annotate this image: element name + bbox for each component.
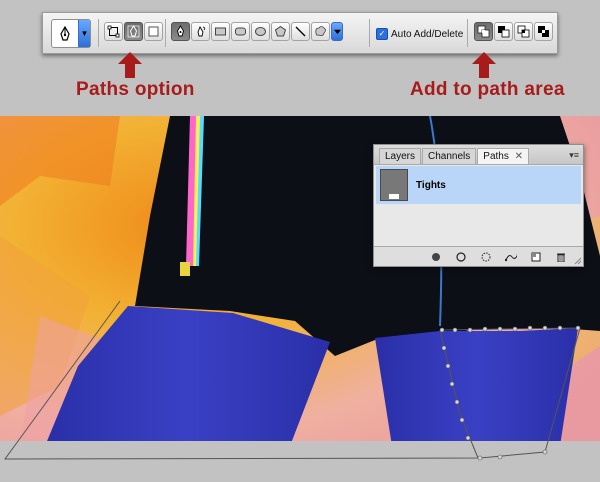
close-icon[interactable]: ✕: [515, 151, 523, 162]
rectangle-icon: [215, 27, 226, 36]
paths-panel: Layers Channels Paths ✕ ▾≡ Tights: [373, 144, 584, 267]
path-thumbnail: [380, 169, 408, 201]
add-to-path-area-callout: Add to path area: [410, 79, 565, 100]
line-button[interactable]: [291, 22, 310, 41]
subtract-from-path-area-button[interactable]: [494, 22, 513, 41]
auto-add-delete-checkbox[interactable]: ✓ Auto Add/Delete: [376, 28, 463, 40]
add-to-path-area-button[interactable]: [474, 22, 493, 41]
intersect-path-areas-icon: [517, 25, 530, 38]
polygon-button[interactable]: [271, 22, 290, 41]
tab-paths[interactable]: Paths ✕: [477, 148, 530, 164]
rectangle-button[interactable]: [211, 22, 230, 41]
line-icon: [295, 26, 306, 37]
paths-option-callout: Paths option: [76, 79, 195, 100]
divider: [369, 19, 370, 47]
tool-buttons: [171, 22, 343, 44]
custom-shape-icon: [315, 26, 326, 37]
panel-tabs: Layers Channels Paths ✕: [374, 145, 583, 165]
stroke-path-icon[interactable]: [455, 251, 467, 263]
custom-shape-button[interactable]: [311, 22, 330, 41]
shape-layers-button[interactable]: [104, 22, 123, 41]
tool-preset-picker[interactable]: ▼: [51, 19, 91, 48]
new-path-icon[interactable]: [530, 251, 542, 263]
freeform-pen-icon: [197, 25, 206, 37]
path-row[interactable]: Tights: [376, 166, 581, 204]
freeform-pen-button[interactable]: [191, 22, 210, 41]
tab-channels[interactable]: Channels: [422, 148, 477, 164]
subtract-from-path-area-icon: [498, 26, 510, 38]
add-to-path-area-icon: [477, 25, 490, 38]
panel-menu-icon[interactable]: ▾≡: [569, 150, 579, 161]
divider: [165, 19, 166, 47]
exclude-overlapping-path-areas-button[interactable]: [534, 22, 553, 41]
chevron-down-icon[interactable]: ▼: [78, 20, 90, 47]
paths-button[interactable]: [124, 22, 143, 41]
pen-tool-button[interactable]: [171, 22, 190, 41]
pen-tool-icon: [177, 25, 184, 37]
path-operation-buttons: [474, 22, 553, 44]
checkmark-icon: ✓: [376, 28, 388, 40]
shape-layers-icon: [107, 25, 120, 38]
pen-tool-options-bar: ▼ ✓ Auto Add/Delete: [42, 12, 558, 54]
fill-pixels-button[interactable]: [144, 22, 163, 41]
delete-path-icon[interactable]: [555, 251, 567, 263]
tab-paths-label: Paths: [483, 151, 509, 162]
polygon-icon: [274, 25, 287, 37]
rounded-rectangle-icon: [235, 27, 246, 36]
ellipse-icon: [255, 27, 266, 36]
auto-add-delete-label: Auto Add/Delete: [391, 28, 464, 40]
chevron-down-icon: [333, 29, 341, 35]
intersect-path-areas-button[interactable]: [514, 22, 533, 41]
mode-buttons: [104, 22, 163, 44]
tab-layers[interactable]: Layers: [379, 148, 422, 164]
divider: [98, 19, 99, 47]
paths-icon: [127, 25, 140, 38]
divider: [467, 19, 468, 47]
fill-pixels-icon: [148, 26, 159, 37]
resize-grip-icon[interactable]: [574, 257, 582, 265]
rounded-rectangle-button[interactable]: [231, 22, 250, 41]
arrow-up-icon: [118, 52, 142, 78]
load-path-as-selection-icon[interactable]: [480, 251, 492, 263]
ellipse-button[interactable]: [251, 22, 270, 41]
fill-path-icon[interactable]: [430, 251, 442, 263]
panel-footer: [374, 246, 583, 266]
path-name: Tights: [416, 179, 446, 191]
arrow-up-icon: [472, 52, 496, 78]
exclude-overlapping-path-areas-icon: [538, 26, 549, 37]
custom-shape-dropdown[interactable]: [331, 22, 343, 41]
pen-tool-icon: [52, 20, 78, 47]
make-work-path-icon[interactable]: [505, 251, 517, 263]
